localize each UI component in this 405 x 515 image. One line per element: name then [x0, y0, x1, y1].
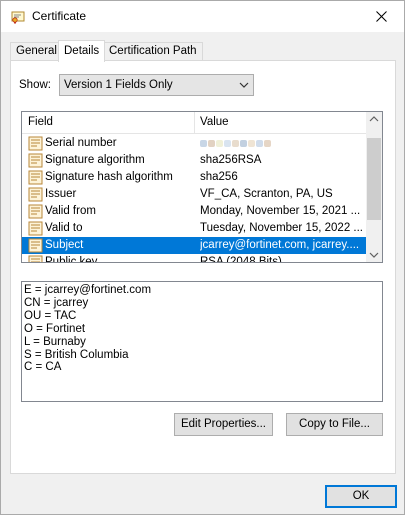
field-value: jcarrey@fortinet.com, jcarrey.... — [200, 239, 360, 251]
tab-certification-path[interactable]: Certification Path — [103, 42, 203, 61]
obscured-value — [200, 140, 271, 147]
field-detail-box[interactable]: E = jcarrey@fortinet.com CN = jcarrey OU =… — [21, 281, 383, 402]
list-header: Field Value — [22, 112, 367, 134]
close-icon — [375, 11, 387, 22]
scroll-down-arrow-icon[interactable] — [369, 251, 379, 259]
ok-button[interactable]: OK — [325, 485, 397, 508]
list-item[interactable]: Signature algorithm sha256RSA — [22, 152, 367, 169]
column-header-field[interactable]: Field — [28, 116, 53, 128]
field-name: Valid to — [45, 222, 83, 234]
copy-to-file-button[interactable]: Copy to File... — [286, 413, 383, 436]
field-value: Tuesday, November 15, 2022 ... — [200, 222, 364, 234]
field-name: Subject — [45, 239, 84, 251]
detail-line: CN = jcarrey — [24, 296, 89, 309]
scroll-up-arrow-icon[interactable] — [369, 115, 379, 123]
tab-general[interactable]: General — [10, 42, 63, 61]
certificate-field-icon — [28, 170, 43, 185]
scrollbar-thumb[interactable] — [367, 138, 381, 220]
list-item[interactable]: Issuer VF_CA, Scranton, PA, US — [22, 186, 367, 203]
detail-line: OU = TAC — [24, 309, 77, 322]
tab-details[interactable]: Details — [58, 40, 106, 62]
certificate-field-icon — [28, 153, 43, 168]
certificate-field-icon — [28, 204, 43, 219]
show-label: Show: — [19, 79, 51, 91]
show-dropdown-value: Version 1 Fields Only — [64, 79, 173, 91]
field-value — [200, 135, 365, 152]
list-rows: Serial number Signature algorithm sha256RS… — [22, 135, 367, 263]
certificate-dialog: Certificate General Details Certificatio… — [0, 0, 405, 515]
detail-line: S = British Columbia — [24, 348, 129, 361]
list-item[interactable]: Serial number — [22, 135, 367, 152]
edit-properties-button[interactable]: Edit Properties... — [174, 413, 273, 436]
field-value: Monday, November 15, 2021 ... — [200, 205, 361, 217]
chevron-down-icon — [239, 82, 249, 88]
field-name: Signature algorithm — [45, 154, 145, 166]
field-value: VF_CA, Scranton, PA, US — [200, 188, 333, 200]
detail-line: L = Burnaby — [24, 335, 86, 348]
certificate-field-icon — [28, 221, 43, 236]
column-header-value[interactable]: Value — [200, 116, 229, 128]
field-value: sha256 — [200, 171, 238, 183]
field-name: Signature hash algorithm — [45, 171, 173, 183]
close-button[interactable] — [358, 1, 404, 32]
field-name: Public key — [45, 256, 98, 263]
column-separator[interactable] — [194, 112, 195, 134]
vertical-scrollbar[interactable] — [366, 112, 382, 262]
field-value: sha256RSA — [200, 154, 262, 166]
list-item[interactable]: Valid from Monday, November 15, 2021 ... — [22, 203, 367, 220]
certificate-field-icon — [28, 255, 43, 262]
field-name: Valid from — [45, 205, 96, 217]
list-item[interactable]: Signature hash algorithm sha256 — [22, 169, 367, 186]
fields-list[interactable]: Field Value Serial number Signature algor… — [21, 111, 383, 263]
details-panel: Show: Version 1 Fields Only Field Value … — [10, 60, 396, 474]
list-item[interactable]: Valid to Tuesday, November 15, 2022 ... — [22, 220, 367, 237]
window-title: Certificate — [32, 9, 87, 23]
certificate-field-icon — [28, 238, 43, 253]
field-value: RSA (2048 Bits) — [200, 256, 282, 263]
certificate-field-icon — [28, 136, 43, 151]
certificate-field-icon — [28, 187, 43, 202]
detail-line: O = Fortinet — [24, 322, 86, 335]
certificate-icon — [11, 10, 25, 24]
detail-line: E = jcarrey@fortinet.com — [24, 284, 152, 296]
title-bar: Certificate — [1, 1, 404, 32]
field-name: Serial number — [45, 137, 117, 149]
list-item[interactable]: Subject jcarrey@fortinet.com, jcarrey.... — [22, 237, 367, 254]
field-name: Issuer — [45, 188, 77, 200]
detail-line: C = CA — [24, 361, 62, 374]
list-item[interactable]: Public key RSA (2048 Bits) — [22, 254, 367, 263]
show-dropdown[interactable]: Version 1 Fields Only — [59, 74, 254, 96]
